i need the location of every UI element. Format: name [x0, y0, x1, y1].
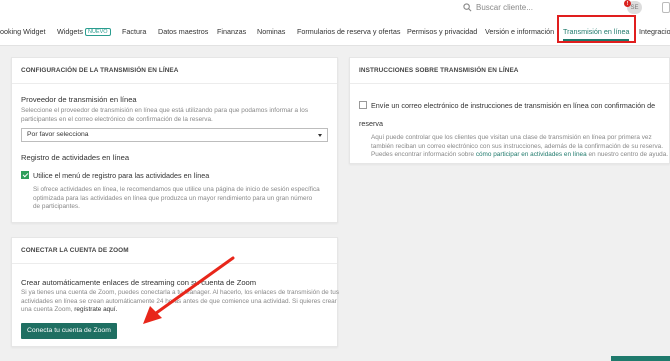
tab-label: Permisos y privacidad [407, 27, 478, 36]
log-checkbox[interactable] [21, 171, 29, 180]
tab-label: Versión e información [485, 27, 555, 36]
top-bar: Buscar cliente... SE ! [0, 0, 670, 16]
tab-label: ooking Widget [0, 27, 46, 36]
highlight-annotation [557, 15, 636, 43]
tab-datos-maestros[interactable]: Datos maestros [158, 27, 208, 36]
menu-edge-icon[interactable] [662, 2, 670, 13]
tab-nominas[interactable]: Nominas [257, 27, 285, 36]
search-placeholder[interactable]: Buscar cliente... [476, 3, 533, 12]
tab-label: Nominas [257, 27, 286, 36]
tab-permisos[interactable]: Permisos y privacidad [407, 27, 477, 36]
tab-formularios[interactable]: Formularios de reserva y ofertas [297, 27, 400, 36]
tab-label: Finanzas [217, 27, 247, 36]
tab-label: Factura [122, 27, 147, 36]
log-checkbox-label[interactable]: Utilice el menú de registro para las act… [33, 171, 209, 180]
avatar-initials: SE [630, 4, 639, 11]
zoom-desc-line-3: una cuenta Zoom, regístrate aquí. [21, 306, 328, 315]
notification-count: ! [626, 0, 629, 7]
search-icon [463, 3, 472, 12]
tab-integraciones[interactable]: Integracio [639, 27, 670, 36]
zoom-desc-line-2: actividades en línea se crean automática… [21, 297, 337, 305]
instructions-card-heading: INSTRUCCIONES SOBRE TRANSMISIÓN EN LÍNEA [350, 58, 669, 84]
provider-select[interactable]: Por favor selecciona [21, 128, 328, 143]
log-desc: Si ofrece actividades en línea, le recom… [33, 186, 320, 211]
zoom-desc-prefix: una cuenta Zoom, [21, 306, 73, 314]
zoom-register-link[interactable]: regístrate aquí. [74, 306, 117, 313]
new-badge: NUEVO [84, 28, 111, 36]
zoom-card: CONECTAR LA CUENTA DE ZOOM Crear automát… [11, 237, 339, 347]
provider-select-value: Por favor selecciona [27, 131, 89, 139]
config-card: CONFIGURACIÓN DE LA TRANSMISIÓN EN LÍNEA… [11, 57, 338, 223]
notification-badge[interactable]: ! [624, 0, 631, 7]
tab-label: Datos maestros [158, 27, 209, 36]
config-card-heading: CONFIGURACIÓN DE LA TRANSMISIÓN EN LÍNEA [12, 58, 337, 84]
tab-label: Integracio [639, 27, 670, 36]
instructions-checkbox-row[interactable]: Envíe un correo electrónico de instrucci… [359, 95, 660, 131]
tab-factura[interactable]: Factura [122, 27, 146, 36]
instructions-checkbox-label[interactable]: Envíe un correo electrónico de instrucci… [359, 101, 655, 128]
tab-widgets[interactable]: Widgets NUEVO [57, 27, 111, 36]
tab-finanzas[interactable]: Finanzas [217, 27, 246, 36]
instructions-desc-suffix: en nuestro centro de ayuda. [588, 151, 669, 159]
tab-version[interactable]: Versión e información [485, 27, 554, 36]
log-title: Registro de actividades en línea [21, 153, 130, 163]
connect-zoom-button[interactable]: Conecta tu cuenta de Zoom [21, 322, 117, 339]
help-center-link[interactable]: cómo participar en actividades en línea [476, 151, 587, 158]
provider-title: Proveedor de transmisión en línea [21, 95, 137, 104]
zoom-desc-line-1: Si ya tienes una cuenta de Zoom, puedes … [21, 289, 339, 296]
tab-booking-widget[interactable]: ooking Widget [0, 27, 46, 36]
zoom-card-heading: CONECTAR LA CUENTA DE ZOOM [12, 238, 337, 264]
instructions-card: INSTRUCCIONES SOBRE TRANSMISIÓN EN LÍNEA… [349, 57, 670, 164]
instructions-desc: Aquí puede controlar que los clientes qu… [359, 134, 670, 160]
zoom-title: Crear automáticamente enlaces de streami… [21, 278, 257, 287]
bottom-action-strip [611, 356, 670, 361]
tab-label: Widgets [57, 27, 83, 36]
tab-label: Formularios de reserva y ofertas [297, 27, 401, 36]
chevron-down-icon [318, 134, 322, 138]
log-checkbox-row[interactable]: Utilice el menú de registro para las act… [21, 165, 328, 183]
search-box[interactable]: Buscar cliente... [463, 1, 533, 14]
provider-desc: Seleccione el proveedor de transmisión e… [21, 107, 309, 123]
instructions-checkbox[interactable] [359, 101, 367, 109]
